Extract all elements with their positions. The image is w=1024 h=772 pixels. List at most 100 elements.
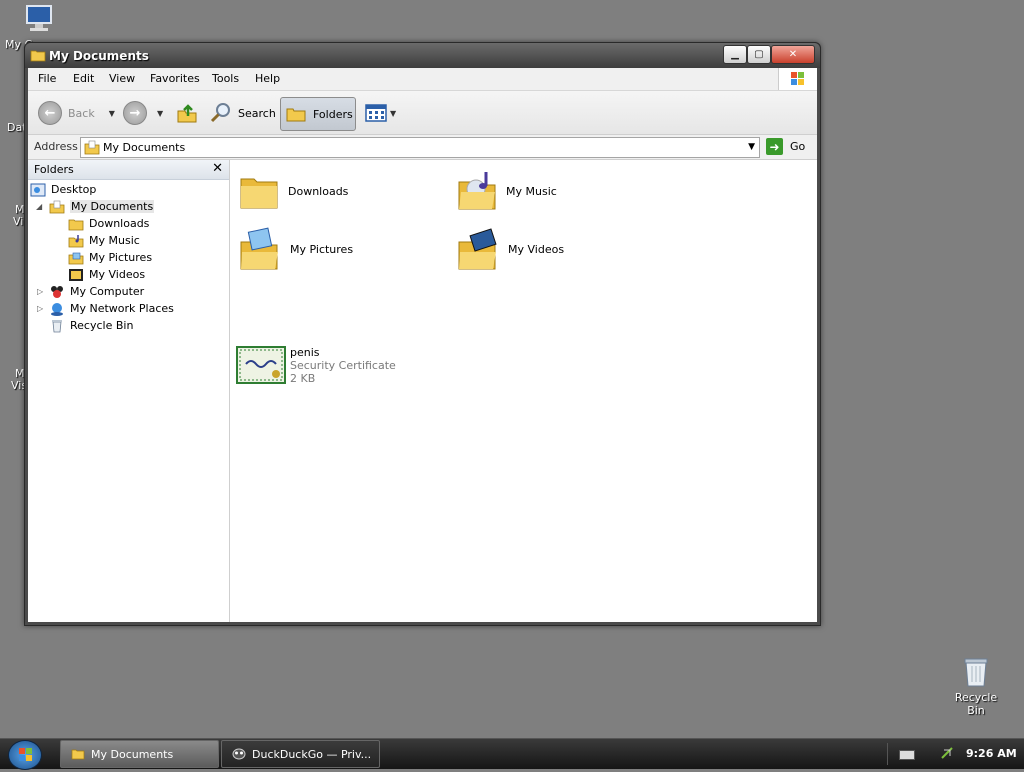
desktop-label[interactable]: Vi [13,215,23,228]
back-button[interactable]: ← Back ▼ [38,97,115,129]
maximize-button[interactable]: ▢ [747,45,771,64]
tree-item-label: Downloads [89,217,150,230]
tree-item-label: My Videos [89,268,146,281]
menu-help[interactable]: Help [255,72,280,85]
chevron-down-icon[interactable]: ▼ [109,109,115,118]
taskbar-button-duckduckgo[interactable]: DuckDuckGo — Priv... [221,740,380,768]
tree-item-downloads[interactable]: Downloads [68,215,149,232]
toolbar: ← Back ▼ → ▼ Search Folders ▼ [28,91,817,135]
back-arrow-icon: ← [38,101,62,125]
taskbar-button-my-documents[interactable]: My Documents [60,740,219,768]
recycle-bin-label: Recycle Bin [954,691,998,717]
videos-folder-icon [458,228,497,270]
collapse-arrow-icon[interactable]: ◢ [36,202,42,211]
minimize-button[interactable]: ▁ [723,45,747,64]
pictures-folder-icon [240,227,278,270]
chevron-down-icon[interactable]: ▼ [390,109,396,118]
tree-item-desktop[interactable]: Desktop [30,181,96,198]
up-folder-icon [177,104,197,123]
forward-button[interactable]: → ▼ [123,97,163,129]
file-item-my-music[interactable]: My Music [456,170,557,212]
search-button[interactable]: Search [209,97,276,129]
menu-bar: File Edit View Favorites Tools Help [28,68,817,91]
file-name: My Videos [508,242,565,256]
desktop-icon [30,183,46,196]
back-label: Back [68,106,95,120]
tree-item-recycle-bin[interactable]: Recycle Bin [49,317,133,334]
recycle-bin-icon [52,319,62,332]
menu-file[interactable]: File [38,72,56,85]
pictures-folder-icon [68,252,84,264]
file-name: penis [290,346,320,359]
file-item-my-videos[interactable]: My Videos [456,226,564,272]
title-bar[interactable]: My Documents ▁ ▢ ✕ [25,43,820,68]
recycle-bin-icon [964,658,988,687]
chevron-down-icon[interactable]: ▼ [748,142,755,152]
up-folder-button[interactable] [176,97,198,129]
recycle-bin-desktop-icon[interactable]: Recycle Bin [946,656,1006,717]
tree-item-label: My Pictures [89,251,153,264]
tree-item-my-network-places[interactable]: My Network Places [49,300,174,317]
tree-item-label: My Documents [70,200,155,213]
close-button[interactable]: ✕ [771,45,815,64]
folders-button[interactable]: Folders [280,97,356,131]
music-folder-icon [458,172,496,210]
file-item-certificate[interactable]: penis Security Certificate 2 KB [236,346,396,385]
views-icon [365,104,387,122]
tree-item-my-videos[interactable]: My Videos [68,266,145,283]
views-button[interactable]: ▼ [364,97,396,129]
menu-view[interactable]: View [109,72,135,85]
address-bar: Address My Documents ▼ ➜ Go [28,135,817,160]
file-list: Downloads My Music My Pictures My Videos… [230,160,817,622]
folders-pane-header: Folders ✕ [28,160,229,180]
browser-mask-icon [232,748,246,760]
menu-edit[interactable]: Edit [73,72,94,85]
folders-icon [286,108,306,122]
my-documents-icon [49,200,65,213]
file-type: Security Certificate [290,359,396,372]
file-item-downloads[interactable]: Downloads [238,170,348,212]
expand-arrow-icon[interactable]: ▷ [37,304,43,313]
close-icon[interactable]: ✕ [212,161,223,176]
file-name: My Music [506,184,557,198]
certificate-icon [236,346,286,384]
chevron-down-icon[interactable]: ▼ [157,109,163,118]
music-folder-icon [68,234,84,247]
folders-pane: Folders ✕ Desktop ◢ My Documents Downloa… [28,160,230,622]
network-tray-icon[interactable] [940,746,954,760]
start-button[interactable] [8,740,42,770]
tree-item-my-documents[interactable]: My Documents [49,198,155,215]
windows-flag-icon [19,748,32,761]
windows-flag-icon [791,72,804,85]
search-icon [210,103,230,123]
tree-item-my-computer[interactable]: My Computer [49,283,144,300]
computer-icon [51,285,63,298]
go-arrow-icon[interactable]: ➜ [766,138,783,155]
address-input[interactable]: My Documents ▼ [80,137,760,158]
file-size: 2 KB [290,372,316,385]
menu-tools[interactable]: Tools [212,72,239,85]
folder-icon [71,749,85,760]
file-name: My Pictures [290,242,354,256]
folder-icon [68,219,84,230]
keyboard-icon[interactable] [899,750,915,760]
expand-arrow-icon[interactable]: ▷ [37,287,43,296]
taskbar-button-label: DuckDuckGo — Priv... [252,747,372,761]
tree-item-my-music[interactable]: My Music [68,232,140,249]
windows-logo [778,68,817,90]
menu-favorites[interactable]: Favorites [150,72,200,85]
tree-item-my-pictures[interactable]: My Pictures [68,249,152,266]
file-item-my-pictures[interactable]: My Pictures [238,226,353,272]
file-name: Downloads [288,184,349,198]
tree-item-label: Recycle Bin [70,319,134,332]
folders-pane-title: Folders [34,163,74,176]
tree-item-label: My Music [89,234,140,247]
my-computer-desktop-icon[interactable] [24,4,54,32]
network-icon [51,302,63,316]
taskbar: My Documents DuckDuckGo — Priv... 9:26 A… [0,738,1024,770]
go-button[interactable]: Go [790,140,805,153]
videos-folder-icon [69,268,83,281]
tray-separator [887,743,888,765]
forward-arrow-icon: → [123,101,147,125]
system-clock[interactable]: 9:26 AM [966,747,1017,760]
